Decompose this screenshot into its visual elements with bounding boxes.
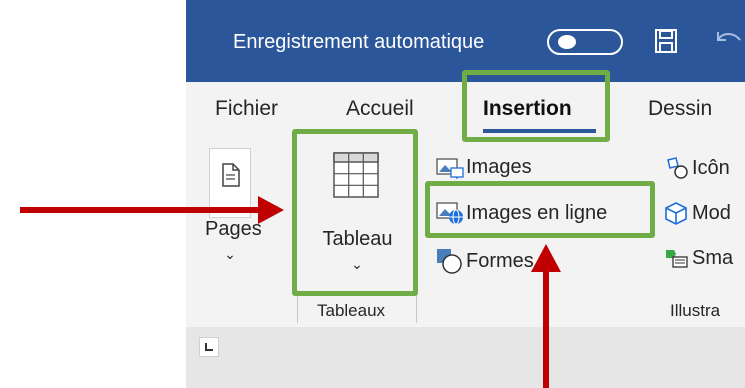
arrow-up-icon (531, 244, 561, 388)
annotation-arrows (20, 196, 561, 388)
arrow-right-icon (20, 196, 284, 224)
